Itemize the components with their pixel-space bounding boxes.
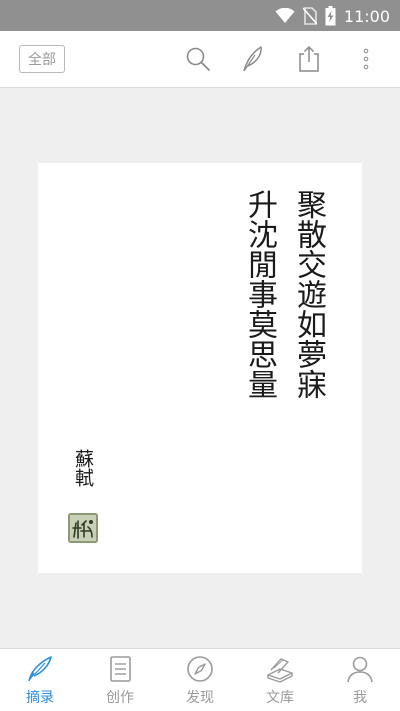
- tab-label: 我: [353, 690, 367, 706]
- tab-library[interactable]: 文库: [240, 649, 320, 711]
- seal-stamp: [68, 513, 98, 543]
- books-icon: [267, 658, 293, 683]
- status-icons: 11:00: [275, 6, 390, 26]
- search-button[interactable]: [184, 45, 212, 73]
- poem-line-2: 升沈閒事莫思量: [242, 189, 277, 399]
- tab-me[interactable]: 我: [320, 649, 400, 711]
- filter-all-button[interactable]: 全部: [19, 45, 65, 73]
- search-icon: [186, 47, 210, 71]
- bottom-tab-bar: 摘录 创作 发现 文库 我: [0, 648, 400, 711]
- compose-button[interactable]: [239, 45, 267, 73]
- tab-label: 发现: [186, 690, 214, 706]
- battery-charging-icon: [325, 6, 336, 26]
- status-time: 11:00: [343, 6, 390, 26]
- poem-line-1: 聚散交遊如夢寐: [291, 189, 326, 399]
- no-sim-icon: [302, 7, 317, 25]
- more-options-button[interactable]: [352, 45, 380, 73]
- tab-label: 摘录: [26, 690, 54, 706]
- quill-pen-icon: [243, 46, 262, 72]
- share-icon: [299, 45, 319, 72]
- status-bar: 11:00: [0, 0, 400, 31]
- tab-excerpt[interactable]: 摘录: [0, 649, 80, 711]
- top-toolbar: 全部: [0, 31, 400, 88]
- content-area: 聚散交遊如夢寐 升沈閒事莫思量 蘇軾: [0, 89, 400, 648]
- tab-label: 创作: [106, 690, 134, 706]
- more-vertical-icon: [363, 48, 369, 70]
- document-list-icon: [110, 656, 131, 682]
- tab-label: 文库: [266, 690, 294, 706]
- poem-author: 蘇軾: [72, 449, 94, 487]
- poem-card[interactable]: 聚散交遊如夢寐 升沈閒事莫思量 蘇軾: [38, 163, 362, 573]
- compass-icon: [187, 656, 213, 682]
- tab-create[interactable]: 创作: [80, 649, 160, 711]
- share-button[interactable]: [295, 45, 323, 73]
- tab-discover[interactable]: 发现: [160, 649, 240, 711]
- quill-pen-tab-icon: [28, 656, 52, 682]
- person-icon: [347, 656, 373, 683]
- wifi-icon: [275, 8, 295, 23]
